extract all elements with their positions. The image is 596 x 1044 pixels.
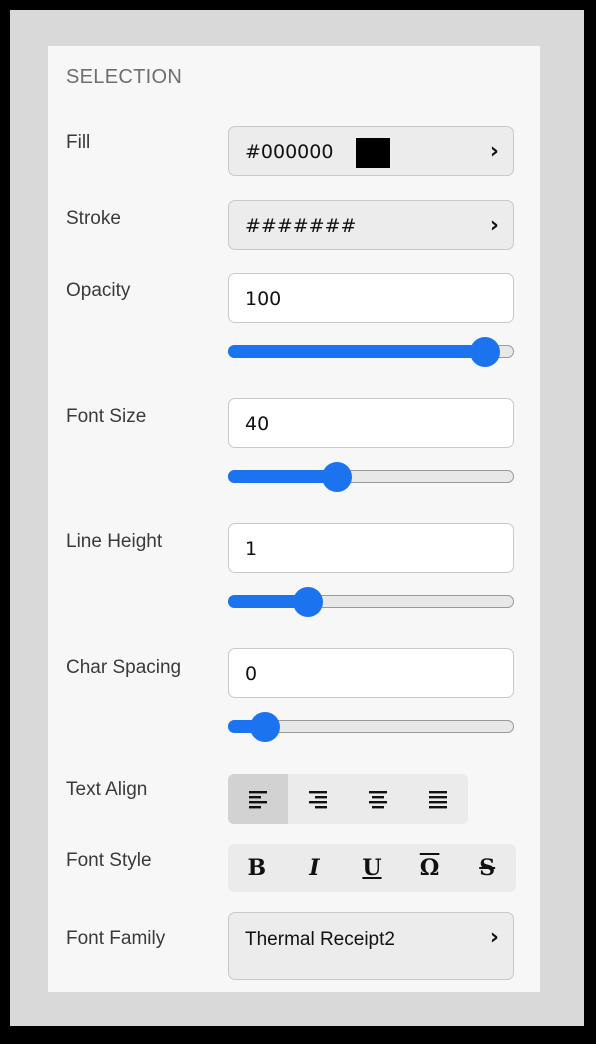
char-spacing-label: Char Spacing: [66, 657, 182, 678]
align-right-icon: [309, 791, 327, 809]
font-size-value: 40: [245, 413, 270, 435]
line-height-label: Line Height: [66, 531, 163, 552]
text-align-label: Text Align: [66, 779, 148, 800]
font-size-label: Font Size: [66, 406, 147, 427]
overline-icon: Ω: [419, 855, 440, 881]
fill-swatch: [356, 138, 390, 168]
char-spacing-input[interactable]: 0: [228, 648, 514, 698]
font-family-label: Font Family: [66, 928, 166, 949]
slider-thumb[interactable]: [470, 337, 501, 367]
font-style-label: Font Style: [66, 850, 152, 871]
chevron-right-icon: ›: [489, 925, 499, 950]
strikethrough-icon: S: [479, 855, 496, 881]
chevron-right-icon: ›: [489, 213, 499, 238]
align-center-icon: [369, 791, 387, 809]
slider-thumb[interactable]: [321, 462, 352, 492]
line-height-input[interactable]: 1: [228, 523, 514, 573]
align-justify-button[interactable]: [408, 774, 468, 824]
align-center-button[interactable]: [348, 774, 408, 824]
fill-label: Fill: [66, 132, 91, 153]
italic-icon: I: [309, 855, 320, 881]
underline-button[interactable]: U: [343, 844, 401, 892]
font-family-value: Thermal Receipt2: [245, 929, 395, 950]
chevron-right-icon: ›: [489, 139, 499, 164]
overline-button[interactable]: Ω: [401, 844, 459, 892]
opacity-input[interactable]: 100: [228, 273, 514, 323]
font-size-input[interactable]: 40: [228, 398, 514, 448]
font-style-group: B I U Ω S: [228, 844, 516, 892]
stroke-label: Stroke: [66, 208, 121, 229]
italic-button[interactable]: I: [286, 844, 344, 892]
char-spacing-value: 0: [245, 663, 258, 685]
opacity-slider[interactable]: [228, 337, 514, 367]
line-height-value: 1: [245, 538, 258, 560]
bold-button[interactable]: B: [228, 844, 286, 892]
align-right-button[interactable]: [288, 774, 348, 824]
panel-title: SELECTION: [66, 66, 183, 88]
font-size-slider[interactable]: [228, 462, 514, 492]
line-height-slider[interactable]: [228, 587, 514, 617]
selection-panel: SELECTION Fill #000000 › Stroke ####### …: [48, 46, 540, 992]
align-left-icon: [249, 791, 267, 809]
bold-icon: B: [247, 855, 267, 881]
stroke-value: #######: [245, 215, 357, 237]
strikethrough-button[interactable]: S: [458, 844, 516, 892]
align-left-button[interactable]: [228, 774, 288, 824]
fill-value: #000000: [245, 141, 334, 163]
char-spacing-slider[interactable]: [228, 712, 514, 742]
underline-icon: U: [362, 855, 382, 881]
slider-thumb[interactable]: [293, 587, 324, 617]
fill-color-button[interactable]: #000000 ›: [228, 126, 514, 176]
slider-fill: [228, 345, 486, 358]
text-align-group: [228, 774, 468, 824]
align-justify-icon: [429, 791, 447, 809]
outer-frame: SELECTION Fill #000000 › Stroke ####### …: [10, 10, 584, 1026]
font-family-button[interactable]: Thermal Receipt2 ›: [228, 912, 514, 980]
slider-fill: [228, 470, 337, 483]
opacity-value: 100: [245, 288, 282, 310]
stroke-color-button[interactable]: ####### ›: [228, 200, 514, 250]
slider-thumb[interactable]: [250, 712, 281, 742]
opacity-label: Opacity: [66, 280, 131, 301]
